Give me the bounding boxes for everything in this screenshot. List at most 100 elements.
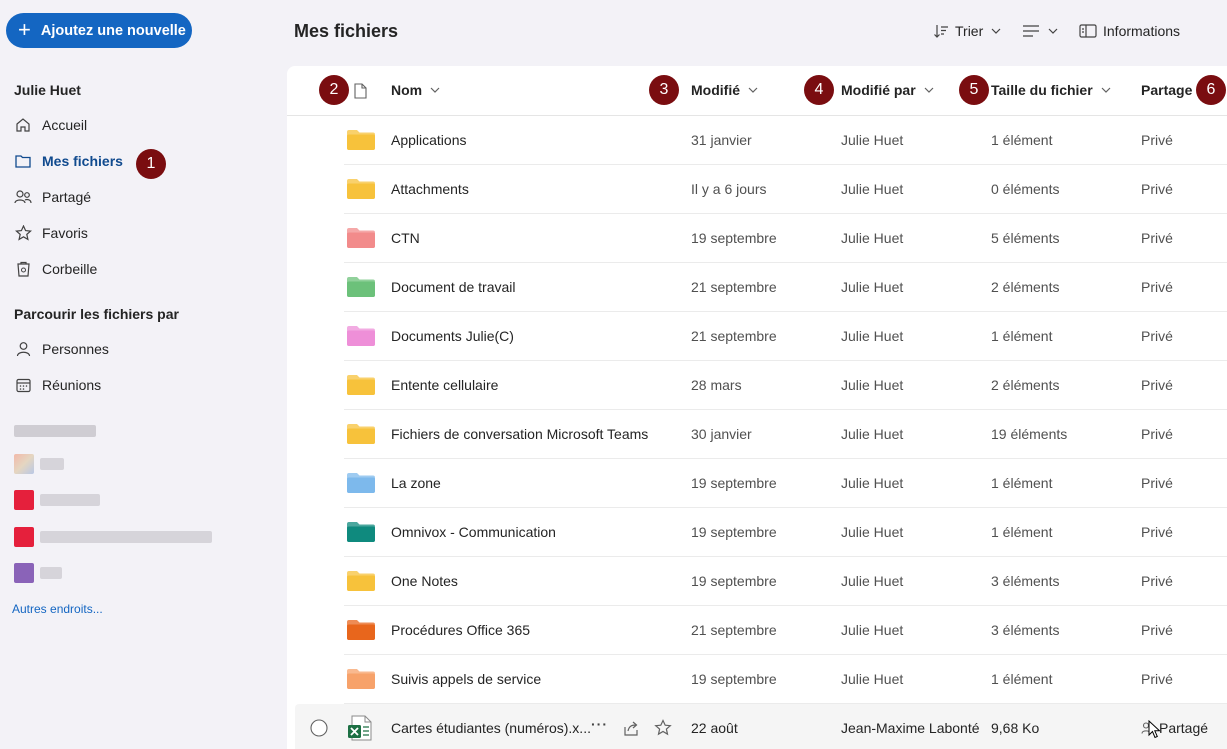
sidebar-item-shared[interactable]: Partagé: [14, 185, 91, 209]
table-row[interactable]: One Notes 19 septembre Julie Huet 3 élément…: [344, 557, 1227, 606]
column-header-modified-by[interactable]: Modifié par: [841, 82, 934, 98]
modified-by[interactable]: Jean-Maxime Labonté: [841, 720, 980, 736]
folder-name-link[interactable]: Documents Julie(C): [391, 328, 514, 344]
folder-icon: [14, 152, 32, 170]
details-pane-button[interactable]: Informations: [1079, 19, 1180, 43]
file-list-panel: Nom Modifié Modifié par Taille du fichie…: [287, 66, 1227, 749]
sharing-status: Privé: [1141, 377, 1173, 393]
blurred-entry[interactable]: [14, 527, 212, 547]
sidebar-item-meetings[interactable]: Réunions: [14, 373, 101, 397]
table-row[interactable]: Procédures Office 365 21 septembre Julie H…: [344, 606, 1227, 655]
folder-icon: [347, 669, 375, 689]
modified-by[interactable]: Julie Huet: [841, 426, 903, 442]
folder-icon: [347, 620, 375, 640]
modified-date: 19 septembre: [691, 230, 777, 246]
sidebar-item-my-files[interactable]: Mes fichiers: [14, 149, 123, 173]
table-row[interactable]: Applications 31 janvier Julie Huet 1 élémen…: [344, 116, 1227, 165]
modified-by[interactable]: Julie Huet: [841, 279, 903, 295]
sidebar-item-label: Personnes: [42, 341, 109, 357]
modified-date: 22 août: [691, 720, 738, 736]
modified-by[interactable]: Julie Huet: [841, 328, 903, 344]
folder-name-link[interactable]: CTN: [391, 230, 420, 246]
folder-name-link[interactable]: La zone: [391, 475, 441, 491]
table-row[interactable]: CTN 19 septembre Julie Huet 5 éléments Privé: [344, 214, 1227, 263]
folder-name-link[interactable]: Applications: [391, 132, 467, 148]
chevron-down-icon: [1048, 28, 1058, 34]
modified-date: 21 septembre: [691, 328, 777, 344]
modified-by[interactable]: Julie Huet: [841, 573, 903, 589]
sharing-status: Privé: [1141, 573, 1173, 589]
column-header-label: Partage: [1141, 82, 1193, 98]
blurred-entry[interactable]: [14, 563, 62, 583]
column-header-sharing[interactable]: Partage: [1141, 82, 1192, 98]
table-row[interactable]: Entente cellulaire 28 mars Julie Huet 2 élé…: [344, 361, 1227, 410]
modified-by[interactable]: Julie Huet: [841, 377, 903, 393]
sidebar-item-label: Réunions: [42, 377, 102, 393]
modified-by[interactable]: Julie Huet: [841, 132, 903, 148]
modified-date: 19 septembre: [691, 524, 777, 540]
other-places-link[interactable]: Autres endroits...: [12, 602, 103, 616]
folder-name-link[interactable]: Fichiers de conversation Microsoft Teams: [391, 426, 648, 442]
modified-by[interactable]: Julie Huet: [841, 622, 903, 638]
blurred-entry[interactable]: [14, 454, 64, 474]
blurred-site-icon: [14, 490, 34, 510]
add-new-button[interactable]: + Ajoutez une nouvelle: [6, 13, 192, 48]
view-options-button[interactable]: [1022, 19, 1058, 43]
folder-name-link[interactable]: Omnivox - Communication: [391, 524, 556, 540]
favorite-star-icon[interactable]: [654, 719, 672, 737]
row-select-radio[interactable]: [310, 719, 328, 737]
column-header-name[interactable]: Nom: [391, 82, 440, 98]
share-icon[interactable]: [622, 719, 640, 737]
modified-by[interactable]: Julie Huet: [841, 671, 903, 687]
sort-button[interactable]: Trier: [933, 19, 1001, 43]
column-header-label: Taille du fichier: [991, 82, 1093, 98]
folder-icon: [347, 571, 375, 591]
table-row[interactable]: Suivis appels de service 19 septembre Juli…: [344, 655, 1227, 704]
user-name: Julie Huet: [14, 82, 81, 98]
sidebar-item-favorites[interactable]: Favoris: [14, 221, 88, 245]
sidebar-item-home[interactable]: Accueil: [14, 113, 87, 137]
table-row[interactable]: Document de travail 21 septembre Julie Hue…: [344, 263, 1227, 312]
info-label: Informations: [1103, 23, 1181, 39]
blurred-entry[interactable]: [14, 490, 100, 510]
sidebar-item-people[interactable]: Personnes: [14, 337, 109, 361]
blurred-entry[interactable]: [14, 421, 96, 441]
folder-name-link[interactable]: Suivis appels de service: [391, 671, 541, 687]
table-row[interactable]: Attachments Il y a 6 jours Julie Huet 0 élé…: [344, 165, 1227, 214]
sharing-status: Privé: [1141, 622, 1173, 638]
modified-by[interactable]: Julie Huet: [841, 475, 903, 491]
table-row-file[interactable]: Cartes étudiantes (numéros).x... ··· 22 …: [295, 704, 1227, 749]
table-row[interactable]: Fichiers de conversation Microsoft Teams…: [344, 410, 1227, 459]
more-actions-icon[interactable]: ···: [591, 716, 608, 732]
chevron-down-icon: [991, 28, 1001, 34]
sidebar-item-recycle-bin[interactable]: Corbeille: [14, 257, 97, 281]
column-header-modified[interactable]: Modifié: [691, 82, 758, 98]
sort-label: Trier: [955, 23, 984, 39]
sharing-status[interactable]: Partagé: [1159, 720, 1208, 736]
info-pane-icon: [1079, 24, 1097, 38]
folder-name-link[interactable]: Attachments: [391, 181, 469, 197]
modified-by[interactable]: Julie Huet: [841, 524, 903, 540]
star-icon: [14, 224, 32, 242]
modified-by[interactable]: Julie Huet: [841, 181, 903, 197]
file-type-column-header[interactable]: [354, 83, 367, 99]
column-header-file-size[interactable]: Taille du fichier: [991, 82, 1111, 98]
file-name-link[interactable]: Cartes étudiantes (numéros).x...: [391, 720, 591, 736]
home-icon: [14, 116, 32, 134]
modified-date: 31 janvier: [691, 132, 752, 148]
folder-name-link[interactable]: One Notes: [391, 573, 458, 589]
modified-date: 21 septembre: [691, 622, 777, 638]
table-row[interactable]: Omnivox - Communication 19 septembre Julie…: [344, 508, 1227, 557]
table-row[interactable]: Documents Julie(C) 21 septembre Julie Huet…: [344, 312, 1227, 361]
calendar-icon: [14, 376, 32, 394]
chevron-down-icon: [748, 87, 758, 93]
folder-name-link[interactable]: Entente cellulaire: [391, 377, 498, 393]
modified-by[interactable]: Julie Huet: [841, 230, 903, 246]
people-icon: [14, 188, 32, 206]
folder-name-link[interactable]: Procédures Office 365: [391, 622, 530, 638]
folder-icon: [347, 522, 375, 542]
blurred-text: [40, 567, 62, 579]
table-row[interactable]: La zone 19 septembre Julie Huet 1 élément Pr…: [344, 459, 1227, 508]
folder-name-link[interactable]: Document de travail: [391, 279, 516, 295]
blurred-text: [40, 531, 212, 543]
